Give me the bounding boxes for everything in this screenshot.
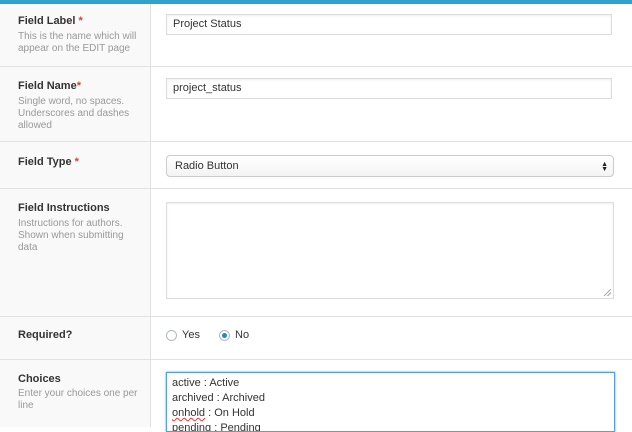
choice-line: active : Active: [172, 377, 240, 389]
field-label-input[interactable]: Project Status: [166, 14, 612, 35]
field-label-description: This is the name which will appear on th…: [18, 31, 137, 54]
field-type-selected: Radio Button: [175, 160, 239, 172]
field-instructions-title: Field Instructions: [18, 202, 110, 214]
field-label-title: Field Label *: [18, 15, 83, 27]
required-asterisk: *: [76, 80, 81, 92]
required-no-radio[interactable]: [219, 329, 231, 341]
row-divider: [0, 188, 632, 189]
label-column: [0, 4, 151, 427]
required-title: Required?: [18, 329, 73, 341]
spellcheck-word: pending: [172, 422, 212, 432]
field-instructions-textarea[interactable]: [166, 202, 614, 299]
spellcheck-word: onhold: [172, 407, 206, 419]
choices-description: Enter your choices one per line: [18, 388, 138, 411]
choices-textarea[interactable]: active : Active archived : Archived onho…: [166, 372, 615, 432]
row-divider: [0, 316, 632, 317]
select-arrows-icon: ▲ ▼: [601, 160, 608, 173]
required-radio-group: Yes No: [166, 329, 265, 341]
field-type-title: Field Type *: [18, 156, 79, 168]
resize-grip-icon[interactable]: [604, 289, 611, 296]
field-name-input[interactable]: project_status: [166, 78, 612, 99]
choices-title: Choices: [18, 373, 61, 385]
field-name-description: Single word, no spaces. Underscores and …: [18, 96, 130, 131]
required-no-label[interactable]: No: [235, 329, 249, 341]
choice-line: archived : Archived: [172, 392, 265, 404]
field-name-title: Field Name*: [18, 80, 81, 92]
row-divider: [0, 141, 632, 142]
row-divider: [0, 66, 632, 67]
required-yes-label[interactable]: Yes: [182, 329, 200, 341]
required-asterisk: *: [78, 15, 83, 27]
required-yes-radio[interactable]: [166, 329, 177, 341]
row-divider: [0, 359, 632, 360]
field-instructions-description: Instructions for authors. Shown when sub…: [18, 218, 124, 253]
field-type-select[interactable]: Radio Button ▲ ▼: [166, 155, 614, 177]
choice-line: onhold : On Hold: [172, 407, 255, 419]
required-asterisk: *: [74, 156, 79, 168]
